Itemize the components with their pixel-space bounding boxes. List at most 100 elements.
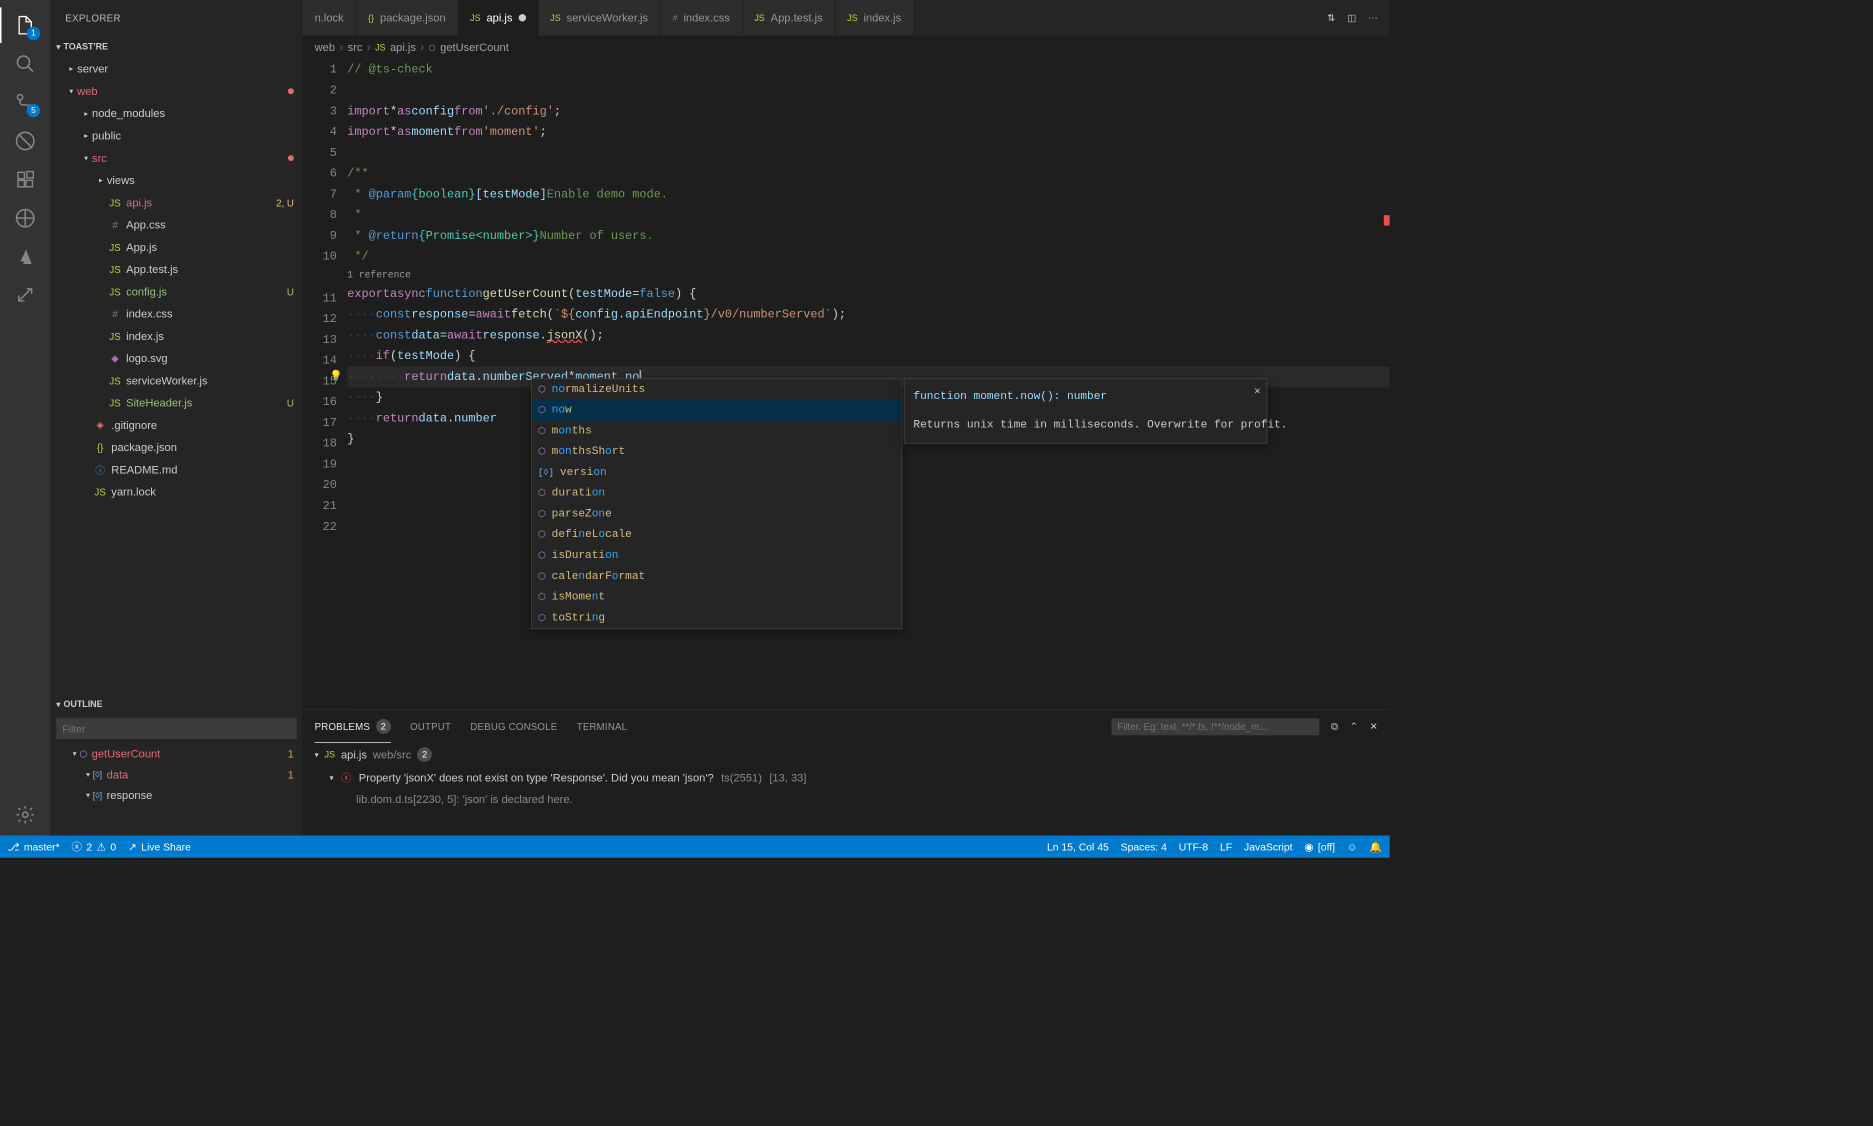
sidebar: EXPLORER ▾TOAST'RE ▸server▾web▸node_modu… <box>50 0 302 835</box>
status-bar: ⎇master* ⓧ2 ⚠0 ↗Live Share Ln 15, Col 45… <box>0 835 1390 857</box>
more-icon[interactable]: ⋯ <box>1368 12 1378 24</box>
file-row[interactable]: JSApp.test.js <box>50 258 302 280</box>
file-row[interactable]: #App.css <box>50 214 302 236</box>
activity-scm-icon[interactable]: 5 <box>7 85 43 121</box>
outline-item[interactable]: ▾⬡getUserCount1 <box>50 743 302 764</box>
branch-icon: ⎇ <box>7 840 19 853</box>
suggest-item[interactable]: [◊]version <box>532 462 902 483</box>
file-row[interactable]: JSconfig.jsU <box>50 280 302 302</box>
status-liveshare[interactable]: ↗Live Share <box>128 840 191 853</box>
tab-bar: n.lock{}package.jsonJSapi.jsJSserviceWor… <box>303 0 1390 36</box>
file-row[interactable]: JSSiteHeader.jsU <box>50 392 302 414</box>
status-errors[interactable]: ⓧ2 ⚠0 <box>72 839 117 854</box>
editor-tab[interactable]: JSApp.test.js <box>742 0 835 36</box>
suggest-item[interactable]: ⬡toString <box>532 608 902 629</box>
tab-terminal[interactable]: TERMINAL <box>577 721 628 732</box>
panel-maximize-icon[interactable]: ⌃ <box>1350 720 1358 732</box>
intellisense-suggest[interactable]: ⬡normalizeUnits⬡now⬡months⬡monthsShort[◊… <box>531 378 902 629</box>
status-branch[interactable]: ⎇master* <box>7 840 59 853</box>
file-row[interactable]: JSyarn.lock <box>50 481 302 503</box>
status-eol[interactable]: LF <box>1220 841 1232 853</box>
outline-item[interactable]: ▾[◊]response <box>50 785 302 806</box>
activity-explorer-icon[interactable]: 1 <box>7 7 43 43</box>
editor-tab[interactable]: {}package.json <box>356 0 458 36</box>
suggest-item[interactable]: ⬡duration <box>532 483 902 504</box>
outline-tree: ▾⬡getUserCount1▾[◊]data1▾[◊]response <box>50 743 302 805</box>
folder-row[interactable]: ▸node_modules <box>50 102 302 124</box>
status-tslint[interactable]: ◉[off] <box>1304 840 1335 853</box>
minimap-error-marker[interactable] <box>1384 215 1390 225</box>
file-row[interactable]: JSapi.js2, U <box>50 191 302 213</box>
suggest-item[interactable]: ⬡defineLocale <box>532 525 902 546</box>
problems-file-row[interactable]: ▾JS api.js web/src 2 <box>315 743 1378 767</box>
js-icon: JS <box>375 42 385 52</box>
suggest-item[interactable]: ⬡normalizeUnits <box>532 379 902 400</box>
folder-row[interactable]: ▾src <box>50 147 302 169</box>
status-indentation[interactable]: Spaces: 4 <box>1121 841 1167 853</box>
suggest-item[interactable]: ⬡calendarFormat <box>532 566 902 587</box>
suggest-item[interactable]: ⬡isMoment <box>532 587 902 608</box>
file-row[interactable]: {}package.json <box>50 436 302 458</box>
activity-bar: 1 5 <box>0 0 50 835</box>
editor-tab[interactable]: JSindex.js <box>835 0 914 36</box>
activity-remote-icon[interactable] <box>7 200 43 236</box>
editor-tab[interactable]: JSapi.js <box>458 0 538 36</box>
folder-row[interactable]: ▾web <box>50 80 302 102</box>
error-icon: ⓧ <box>72 839 82 854</box>
problems-related-row[interactable]: lib.dom.d.ts[2230, 5]: 'json' is declare… <box>315 789 1378 810</box>
codelens[interactable]: 1 reference <box>347 267 1390 283</box>
js-icon: JS <box>325 749 335 759</box>
lightbulb-icon[interactable]: 💡 <box>329 367 342 388</box>
suggest-item[interactable]: ⬡now <box>532 400 902 421</box>
file-row[interactable]: ◈.gitignore <box>50 414 302 436</box>
compare-icon[interactable]: ⇅ <box>1327 12 1335 24</box>
activity-liveshare-icon[interactable] <box>7 278 43 314</box>
file-row[interactable]: JSindex.js <box>50 325 302 347</box>
activity-azure-icon[interactable] <box>7 239 43 275</box>
outline-item[interactable]: ▾[◊]data1 <box>50 764 302 785</box>
activity-settings-icon[interactable] <box>7 797 43 833</box>
activity-debug-icon[interactable] <box>7 123 43 159</box>
suggest-item[interactable]: ⬡parseZone <box>532 504 902 525</box>
status-encoding[interactable]: UTF-8 <box>1179 841 1208 853</box>
tab-output[interactable]: OUTPUT <box>410 721 451 732</box>
folder-row[interactable]: ▸views <box>50 169 302 191</box>
method-icon: ⬡ <box>429 43 436 53</box>
file-row[interactable]: ◆logo.svg <box>50 347 302 369</box>
status-cursor-position[interactable]: Ln 15, Col 45 <box>1047 841 1109 853</box>
editor-tab[interactable]: JSserviceWorker.js <box>538 0 660 36</box>
outline-header[interactable]: ▾OUTLINE <box>50 693 302 715</box>
suggest-item[interactable]: ⬡monthsShort <box>532 441 902 462</box>
activity-extensions-icon[interactable] <box>7 162 43 198</box>
file-row[interactable]: JSApp.js <box>50 236 302 258</box>
folder-row[interactable]: ▸public <box>50 125 302 147</box>
close-icon[interactable]: × <box>1254 382 1261 403</box>
split-editor-icon[interactable]: ◫ <box>1347 12 1356 24</box>
status-feedback-icon[interactable]: ☺ <box>1347 841 1358 853</box>
suggest-item[interactable]: ⬡isDuration <box>532 545 902 566</box>
status-bell-icon[interactable]: 🔔 <box>1369 840 1382 853</box>
editor-tab[interactable]: #index.css <box>661 0 743 36</box>
folder-row[interactable]: ▸server <box>50 58 302 80</box>
problems-error-row[interactable]: ▾ ⓧ Property 'jsonX' does not exist on t… <box>315 766 1378 788</box>
problems-filter-input[interactable] <box>1111 718 1319 735</box>
panel-collapse-icon[interactable]: ⧉ <box>1331 720 1338 732</box>
eye-icon: ◉ <box>1304 840 1313 853</box>
outline-filter-input[interactable] <box>56 718 296 739</box>
file-row[interactable]: ⓘREADME.md <box>50 459 302 481</box>
error-icon: ⓧ <box>341 770 351 785</box>
file-row[interactable]: #index.css <box>50 303 302 325</box>
panel-close-icon[interactable]: ✕ <box>1370 720 1378 732</box>
file-row[interactable]: JSserviceWorker.js <box>50 370 302 392</box>
status-language[interactable]: JavaScript <box>1244 841 1292 853</box>
tab-debug-console[interactable]: DEBUG CONSOLE <box>470 721 557 732</box>
warning-icon: ⚠ <box>97 840 106 853</box>
breadcrumb[interactable]: web› src› JSapi.js› ⬡getUserCount <box>303 36 1390 60</box>
liveshare-icon: ↗ <box>128 840 137 853</box>
code-editor[interactable]: 12345678910 111213141516171819202122 // … <box>303 59 1390 709</box>
editor-tab[interactable]: n.lock <box>303 0 357 36</box>
suggest-item[interactable]: ⬡months <box>532 421 902 442</box>
project-header[interactable]: ▾TOAST'RE <box>50 36 302 58</box>
activity-search-icon[interactable] <box>7 46 43 82</box>
tab-problems[interactable]: PROBLEMS2 <box>315 719 391 734</box>
